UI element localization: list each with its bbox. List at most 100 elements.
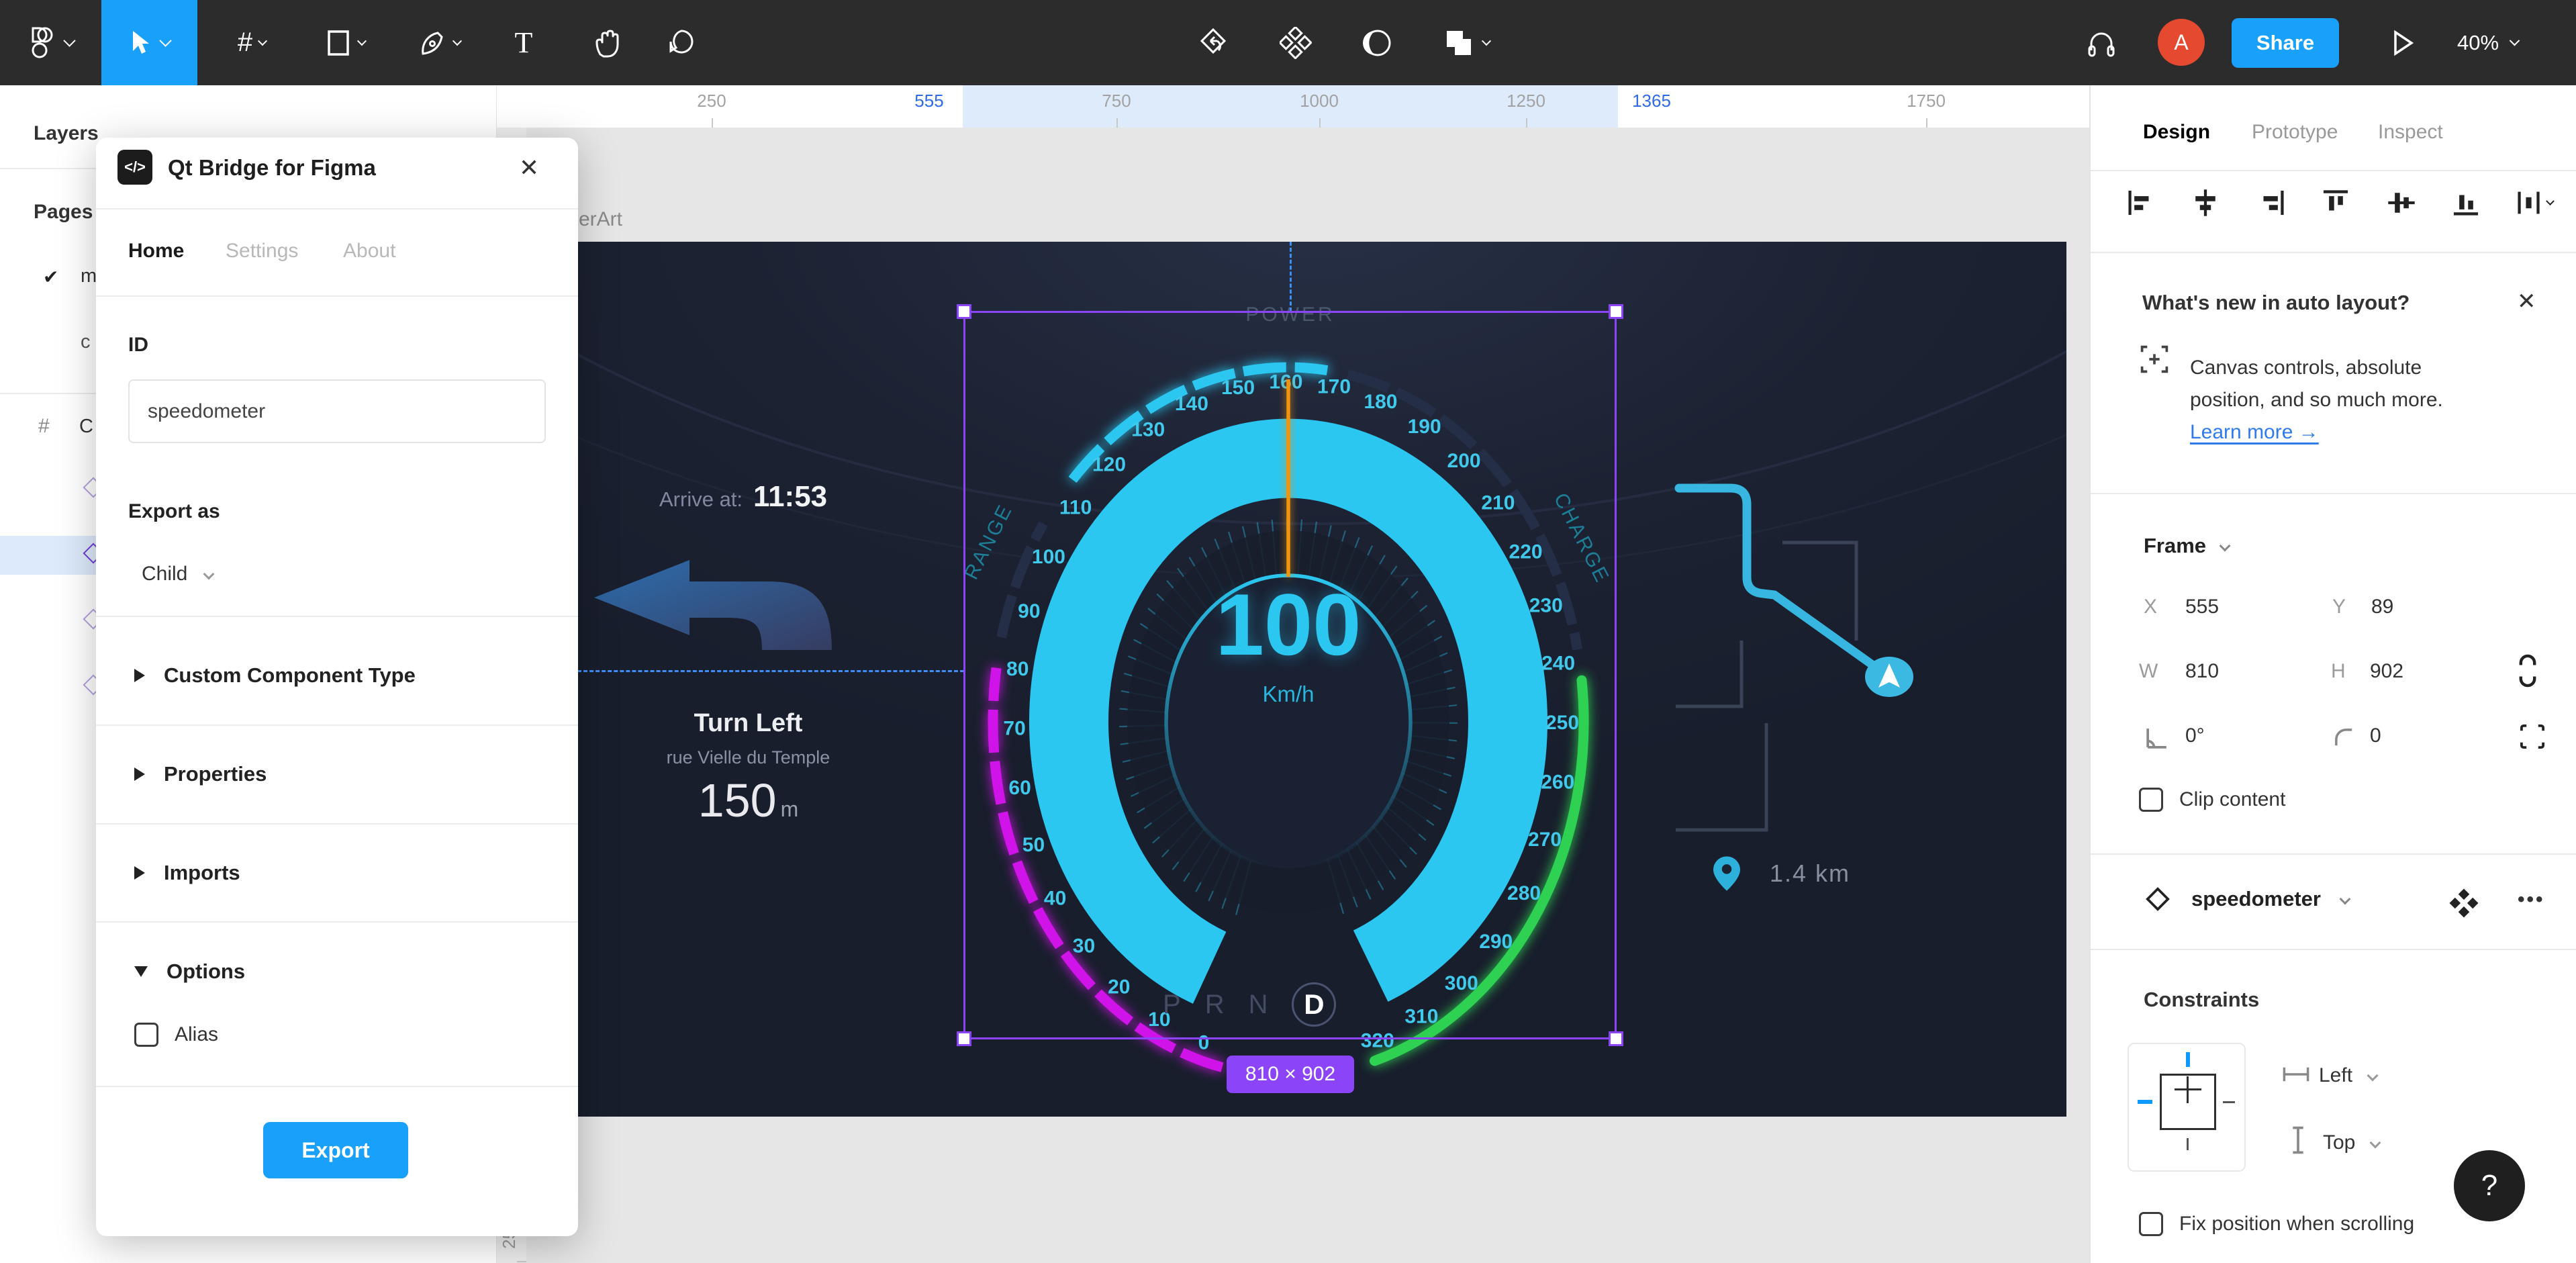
constraint-right-tick[interactable] [2223,1101,2235,1103]
close-icon[interactable]: ✕ [2517,288,2536,315]
close-icon[interactable]: ✕ [519,154,539,182]
export-button[interactable]: Export [263,1122,408,1178]
fix-position-checkbox[interactable] [2139,1212,2163,1236]
section-properties[interactable]: Properties [134,762,267,786]
tidy-up-button[interactable] [2515,187,2555,218]
ruler-tick [1116,118,1118,128]
selection-handle-nw[interactable] [957,304,971,319]
fix-position-label: Fix position when scrolling [2179,1213,2415,1235]
caret-down-icon [134,966,148,977]
whats-new-body: position, and so much more. [2190,389,2443,411]
frame-type-dropdown[interactable]: Frame [2144,534,2231,558]
selection-handle-sw[interactable] [957,1031,971,1046]
constraint-top-tick[interactable] [2186,1052,2190,1067]
align-v-center-button[interactable] [2386,187,2417,222]
learn-more-link[interactable]: Learn more → [2190,421,2319,444]
checkmark-icon: ✔ [43,267,59,287]
comment-tool-button[interactable] [655,0,708,85]
selection-handle-ne[interactable] [1609,304,1623,319]
section-custom-component-type[interactable]: Custom Component Type [134,663,416,688]
pen-icon [422,31,443,55]
chevron-down-icon [203,568,215,580]
align-bottom-button[interactable] [2450,187,2481,222]
more-options-icon[interactable]: ••• [2518,888,2545,911]
constrain-proportions-icon[interactable] [2516,653,2539,688]
page-item[interactable]: c [81,331,91,353]
align-right-button[interactable] [2256,187,2287,222]
corner-radius-value[interactable]: 0 [2370,724,2381,747]
pages-header[interactable]: Pages [34,201,93,224]
alias-option: Alias [134,1023,218,1047]
section-imports[interactable]: Imports [134,861,240,885]
w-value[interactable]: 810 [2185,660,2219,683]
tab-home[interactable]: Home [128,240,184,263]
layer-item-frame[interactable]: C [79,416,93,438]
avatar[interactable]: A [2158,19,2205,66]
boolean-union-icon [1447,30,1471,55]
hand-icon [595,30,619,57]
arrive-label: Arrive at: [659,487,743,511]
figma-menu-button[interactable] [12,0,86,85]
mask-button[interactable] [1351,0,1404,85]
distance-value: 150 [698,774,777,827]
divider [96,208,578,209]
tab-prototype[interactable]: Prototype [2252,121,2338,144]
y-value[interactable]: 89 [2371,596,2393,618]
reset-instance-icon [1200,28,1227,54]
x-value[interactable]: 555 [2185,596,2219,618]
component-diamond-icon [2146,887,2170,911]
reset-instance-button[interactable] [1188,0,1242,85]
divider [2091,170,2576,171]
hand-tool-button[interactable] [581,0,634,85]
tab-settings[interactable]: Settings [226,240,298,263]
export-as-dropdown[interactable]: Child [142,563,215,586]
share-button[interactable]: Share [2232,18,2339,68]
component-dropdown[interactable]: speedometer [2144,886,2351,913]
independent-corners-icon[interactable] [2518,722,2547,751]
audio-button[interactable] [2074,0,2128,85]
section-options[interactable]: Options [134,960,245,984]
pen-tool-button[interactable] [403,0,477,85]
ruler-tick [1926,118,1927,128]
align-left-button[interactable] [2126,187,2156,222]
align-top-button[interactable] [2320,187,2351,222]
ruler-mark: 555 [914,91,944,111]
arrive-time: 11:53 [753,480,828,513]
align-h-center-button[interactable] [2190,187,2221,222]
alias-checkbox[interactable] [134,1023,158,1047]
boolean-groups-button[interactable] [1430,0,1504,85]
component-insert-icon[interactable] [2449,888,2479,918]
rotation-value[interactable]: 0° [2185,724,2205,747]
move-tool-button[interactable] [101,0,197,85]
constraint-bottom-tick[interactable] [2187,1138,2189,1150]
ruler-tick [1526,118,1527,128]
zoom-menu[interactable]: 40% [2457,0,2520,85]
horizontal-ruler[interactable]: 250 555 750 1000 1250 1365 1750 [497,85,2089,128]
component-icon [1280,26,1312,59]
ruler-tick [712,118,713,128]
frame-tool-button[interactable]: # [222,0,282,85]
horizontal-constraint-dropdown[interactable]: Left [2319,1064,2379,1087]
remaining-distance: 1.4 km [1713,856,1850,891]
clip-content-checkbox[interactable] [2139,788,2163,812]
page-item-current[interactable]: m [81,265,97,287]
tab-inspect[interactable]: Inspect [2378,121,2443,144]
present-button[interactable] [2380,0,2427,85]
ruler-tick [517,1261,526,1262]
shape-tool-button[interactable] [309,0,383,85]
divider [96,1086,578,1087]
frame-name-label[interactable]: erArt [579,208,622,231]
selection-box[interactable] [957,304,1623,1046]
create-component-button[interactable] [1269,0,1323,85]
tab-design[interactable]: Design [2143,121,2210,144]
tab-about[interactable]: About [343,240,395,263]
constraints-widget[interactable] [2128,1043,2246,1172]
id-input[interactable] [128,379,546,443]
constraint-left-tick[interactable] [2138,1100,2152,1104]
selection-handle-se[interactable] [1609,1031,1623,1046]
plugin-title: Qt Bridge for Figma [168,155,376,180]
vertical-constraint-dropdown[interactable]: Top [2323,1131,2381,1154]
h-value[interactable]: 902 [2370,660,2403,683]
help-button[interactable]: ? [2454,1150,2525,1221]
text-tool-button[interactable]: T [500,0,547,85]
